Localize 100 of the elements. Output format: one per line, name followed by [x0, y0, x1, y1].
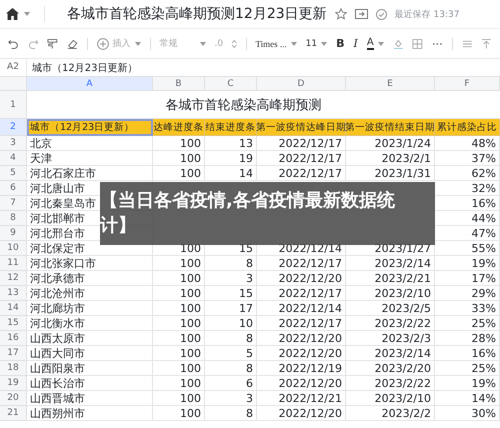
table-cell: 山西阳泉市 [27, 361, 153, 376]
column-header[interactable]: B [153, 76, 205, 91]
column-header[interactable]: C [205, 76, 257, 91]
table-cell: 25% [435, 316, 500, 331]
table-cell: 2022/12/17 [257, 136, 346, 151]
row-header[interactable]: 14 [0, 301, 27, 316]
row-header[interactable]: 10 [0, 241, 27, 256]
row-header[interactable]: 18 [0, 361, 27, 376]
row-header[interactable]: 9 [0, 226, 27, 241]
table-cell: 河北石家庄市 [27, 166, 153, 181]
table-cell: 13 [205, 136, 257, 151]
row-header[interactable]: 7 [0, 196, 27, 211]
table-cell: 30% [435, 406, 500, 421]
table-cell: 37% [435, 151, 500, 166]
table-cell: 河北廊坊市 [27, 301, 153, 316]
font-dropdown[interactable]: Times ... [255, 38, 297, 48]
row-header[interactable]: 19 [0, 376, 27, 391]
row-header[interactable]: 6 [0, 181, 27, 196]
row-header[interactable]: 20 [0, 391, 27, 406]
row-header[interactable]: 1 [0, 91, 27, 119]
table-cell: 100 [153, 286, 205, 301]
row-header[interactable]: 2 [0, 119, 27, 136]
table-cell: 2023/2/10 [346, 391, 435, 406]
table-cell: 100 [153, 151, 205, 166]
table-cell: 19 [205, 151, 257, 166]
text-color-button[interactable]: A [366, 38, 384, 50]
row-header[interactable]: 3 [0, 136, 27, 151]
table-cell: 天津 [27, 151, 153, 166]
table-cell: 2023/2/5 [346, 301, 435, 316]
table-cell: 5 [205, 346, 257, 361]
document-title: 各城市首轮感染高峰期预测12月23日更新 [67, 5, 327, 23]
column-header[interactable]: F [435, 76, 500, 91]
table-cell: 2022/12/17 [257, 316, 346, 331]
table-cell: 8 [205, 406, 257, 421]
star-icon[interactable] [334, 8, 347, 20]
row-header[interactable]: 21 [0, 406, 27, 421]
row-header[interactable]: 11 [0, 256, 27, 271]
table-cell: 15 [205, 286, 257, 301]
table-cell: 100 [153, 256, 205, 271]
plus-circle-icon [96, 38, 109, 50]
table-cell: 19% [435, 376, 500, 391]
table-cell: 河北张家口市 [27, 256, 153, 271]
table-cell: 17% [435, 271, 500, 286]
caret-icon [24, 12, 30, 16]
table-cell: 山西太原市 [27, 331, 153, 346]
eraser-icon[interactable] [67, 38, 78, 50]
caret-icon [378, 42, 384, 46]
table-cell: 河北衡水市 [27, 316, 153, 331]
table-cell: 17 [205, 301, 257, 316]
table-cell: 100 [153, 331, 205, 346]
italic-button[interactable]: I [354, 37, 358, 50]
row-header[interactable]: 16 [0, 331, 27, 346]
column-header[interactable]: A [27, 76, 153, 91]
table-cell: 2022/12/17 [257, 166, 346, 181]
table-cell: 2022/12/20 [257, 331, 346, 346]
table-cell: 2022/12/20 [257, 376, 346, 391]
bold-button[interactable]: B [336, 37, 344, 50]
table-cell: 29% [435, 286, 500, 301]
column-header[interactable]: E [346, 76, 435, 91]
vertical-align-icon[interactable] [481, 38, 492, 50]
table-cell: 2022/12/17 [257, 286, 346, 301]
table-cell: 2022/12/21 [257, 391, 346, 406]
table-cell: 62% [435, 166, 500, 181]
table-cell: 2023/2/21 [346, 271, 435, 286]
check-circle-icon [376, 8, 387, 20]
row-header[interactable]: 15 [0, 316, 27, 331]
table-cell: 100 [153, 136, 205, 151]
row-header[interactable]: 17 [0, 346, 27, 361]
table-cell: 55% [435, 241, 500, 256]
table-cell: 2022/12/20 [257, 271, 346, 286]
table-cell: 8 [205, 331, 257, 346]
row-header[interactable]: 4 [0, 151, 27, 166]
home-button[interactable] [6, 8, 30, 20]
headline-banner: 【当日各省疫情,各省疫情最新数据统计】 [100, 182, 435, 245]
folder-icon[interactable] [354, 9, 368, 19]
table-cell: 28% [435, 331, 500, 346]
table-cell: 100 [153, 166, 205, 181]
table-cell: 2023/2/10 [346, 286, 435, 301]
column-header[interactable]: D [257, 76, 346, 91]
row-header[interactable]: 8 [0, 211, 27, 226]
font-size-dropdown[interactable]: 11 [306, 38, 328, 48]
header-cell: 累计感染占比 [435, 119, 500, 136]
paint-format-icon[interactable] [47, 38, 58, 50]
redo-icon[interactable] [28, 38, 38, 50]
table-cell: 2023/2/22 [346, 316, 435, 331]
row-header[interactable]: 12 [0, 271, 27, 286]
header-cell: 第一波疫情达峰日期 [257, 119, 346, 136]
table-cell: 2023/2/22 [346, 376, 435, 391]
stepper-icon[interactable] [232, 38, 237, 48]
undo-icon[interactable] [8, 38, 19, 50]
fill-color-icon[interactable] [392, 38, 404, 50]
table-cell: 2022/12/14 [257, 301, 346, 316]
formula-input[interactable]: 城市（12月23日更新） [27, 60, 138, 74]
row-header[interactable]: 5 [0, 166, 27, 181]
table-cell: 北京 [27, 136, 153, 151]
table-cell: 100 [153, 316, 205, 331]
borders-icon[interactable] [412, 38, 424, 50]
table-cell: 2022/12/20 [257, 346, 346, 361]
table-cell: 2023/2/2 [346, 406, 435, 421]
row-header[interactable]: 13 [0, 286, 27, 301]
